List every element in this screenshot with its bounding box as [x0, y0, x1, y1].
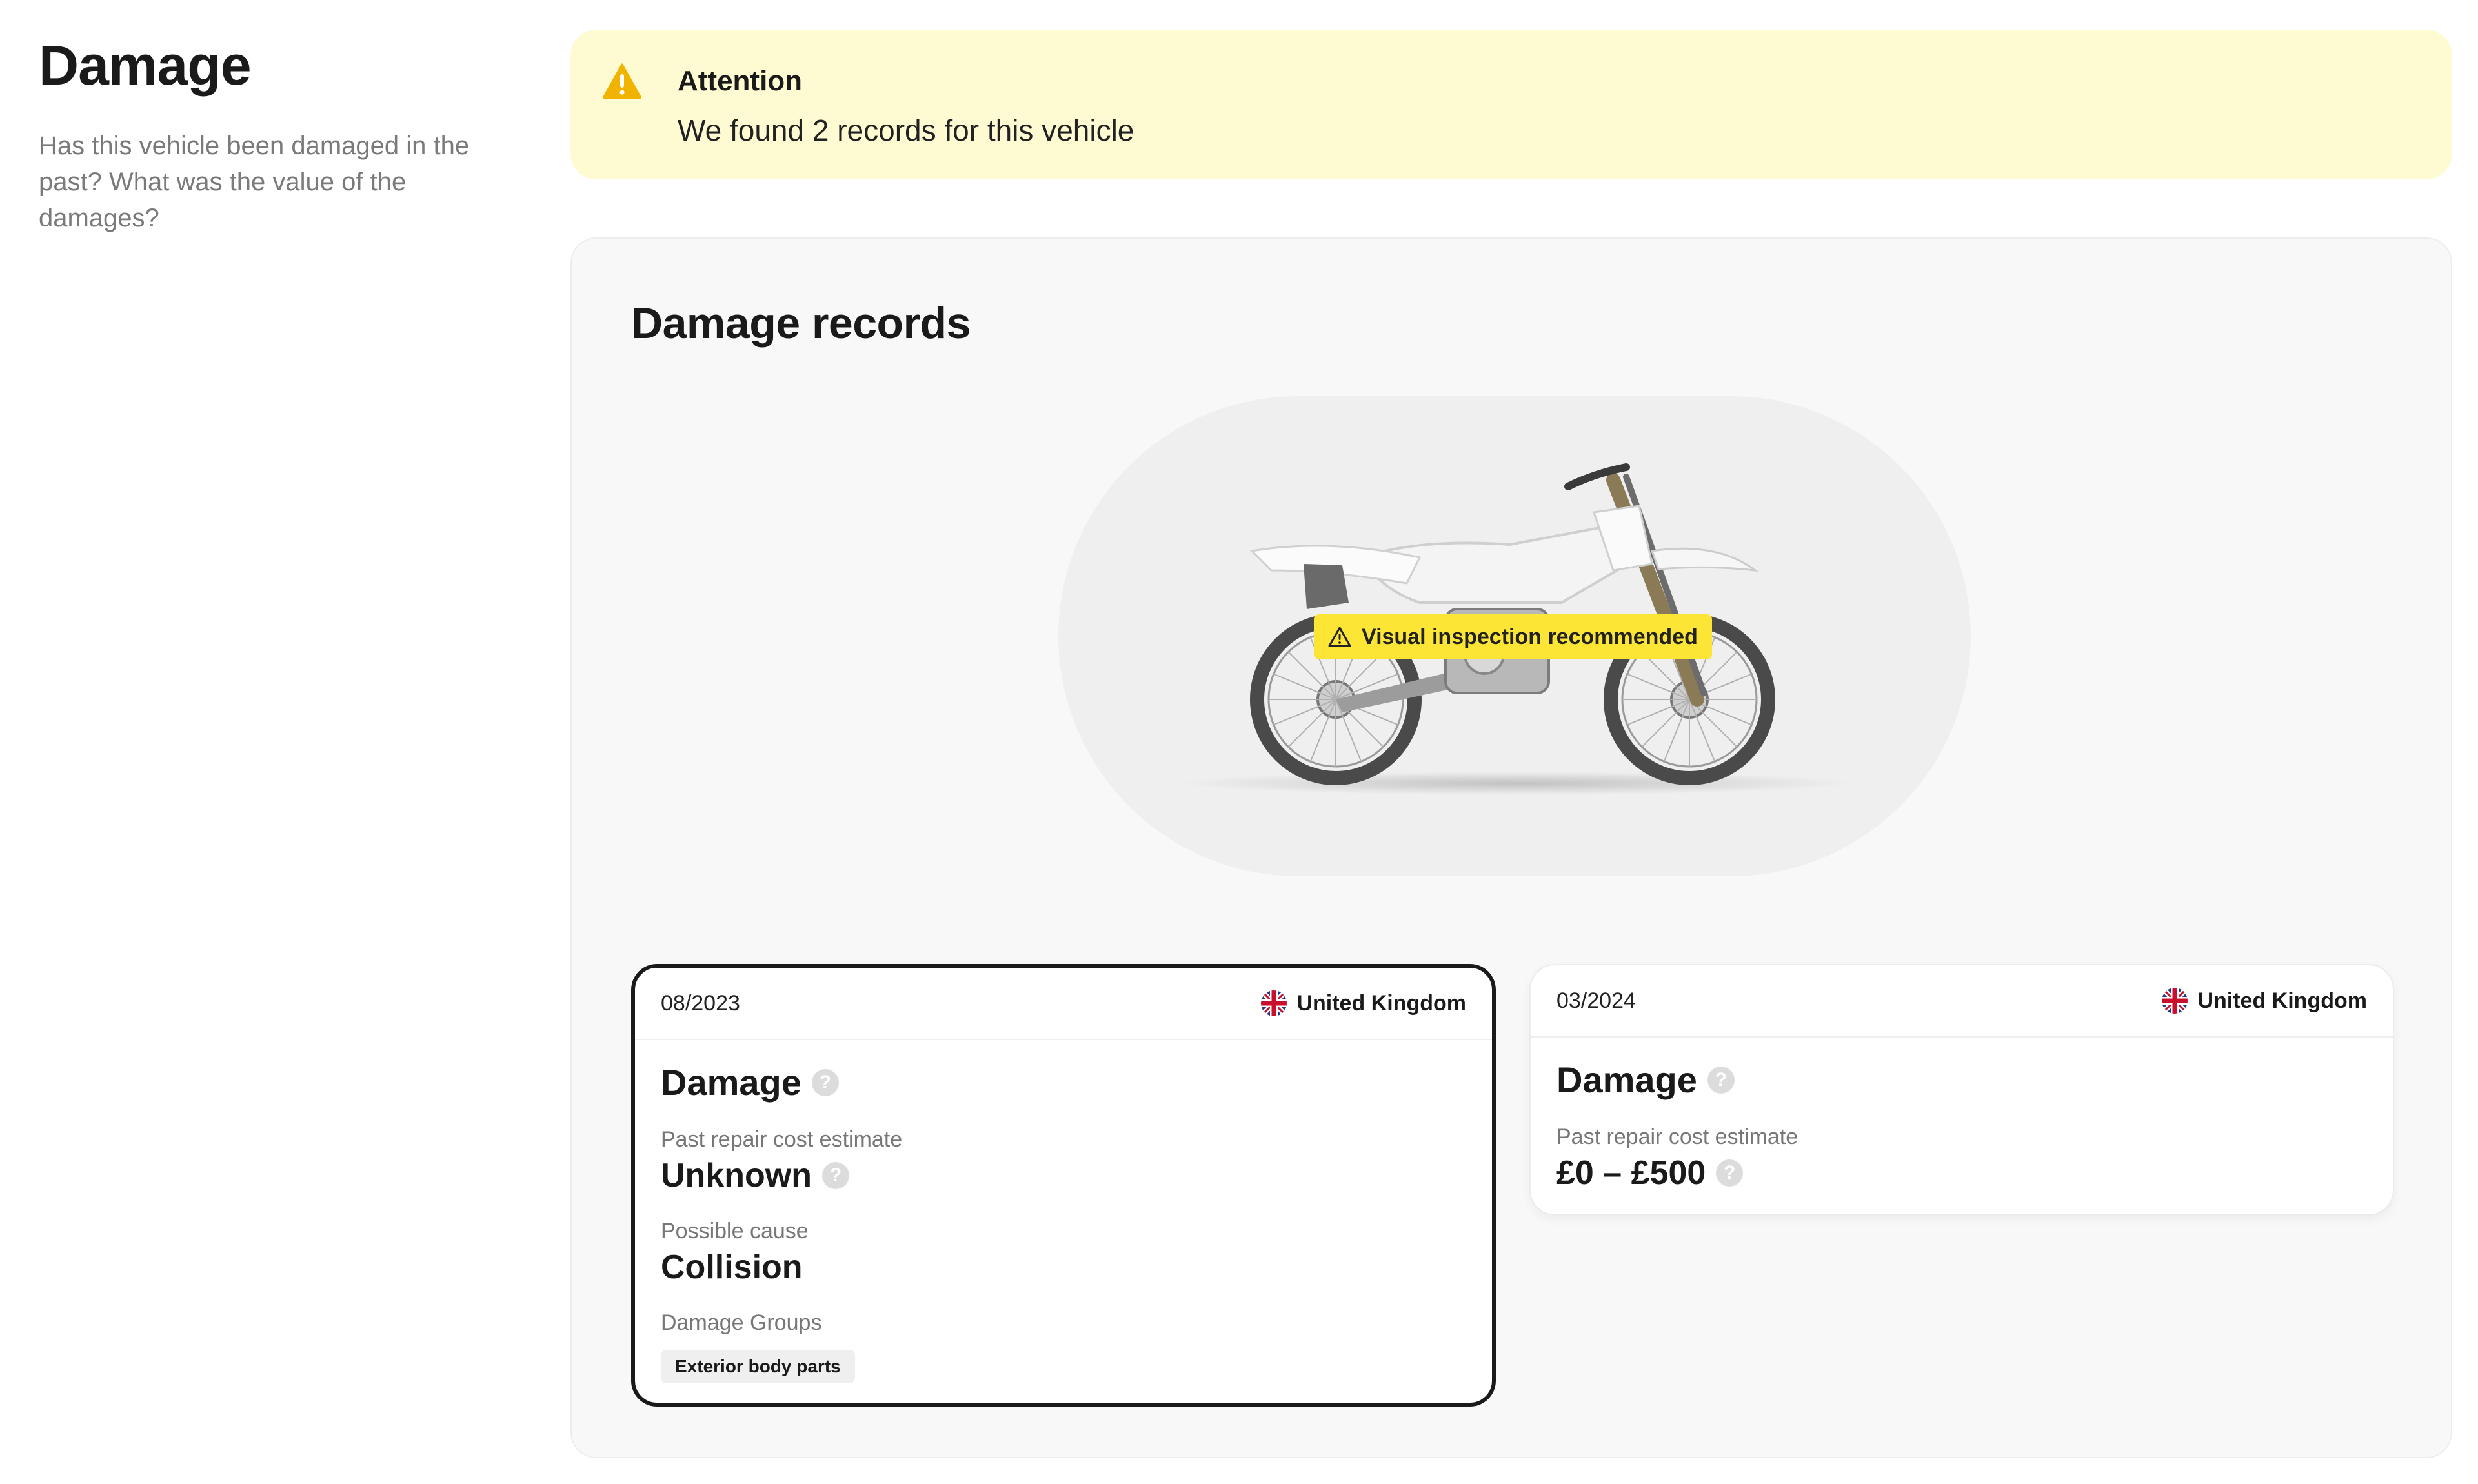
damage-records-panel: Damage records Visual inspection recomme…	[570, 237, 2452, 1458]
section-intro: Damage Has this vehicle been damaged in …	[39, 35, 503, 236]
card-header: 03/2024 United Kingdom	[1531, 965, 2393, 1038]
record-country: United Kingdom	[2161, 987, 2367, 1014]
uk-flag-icon	[1261, 990, 1287, 1016]
damage-groups-label: Damage Groups	[661, 1310, 822, 1335]
repair-cost-label: Past repair cost estimate	[1556, 1125, 1798, 1149]
section-description: Has this vehicle been damaged in the pas…	[39, 131, 470, 232]
card-header: 08/2023 United Kingdom	[635, 968, 1492, 1040]
warning-icon	[1328, 627, 1351, 647]
record-date: 03/2024	[1556, 988, 1636, 1013]
damage-record-card[interactable]: 08/2023 United Kingdom Damage ? Past rep…	[631, 964, 1496, 1407]
record-title: Damage	[661, 1062, 801, 1103]
record-country: United Kingdom	[1260, 990, 1466, 1017]
repair-cost-value: £0 – £500	[1556, 1154, 1706, 1192]
damage-group-chip: Exterior body parts	[661, 1350, 855, 1383]
help-icon[interactable]: ?	[811, 1069, 839, 1096]
possible-cause-label: Possible cause	[661, 1219, 809, 1243]
possible-cause-value: Collision	[661, 1248, 803, 1286]
banner-message: We found 2 records for this vehicle	[678, 114, 1134, 147]
banner-title: Attention	[678, 65, 803, 97]
uk-flag-icon	[2162, 988, 2188, 1014]
section-title: Damage	[39, 35, 252, 97]
damage-page: Damage Has this vehicle been damaged in …	[0, 0, 2478, 1484]
visual-inspection-badge: Visual inspection recommended	[1314, 614, 1712, 659]
record-date: 08/2023	[661, 990, 740, 1016]
repair-cost-label: Past repair cost estimate	[661, 1127, 903, 1152]
help-icon[interactable]: ?	[1716, 1159, 1744, 1187]
badge-label: Visual inspection recommended	[1362, 624, 1698, 649]
record-title: Damage	[1556, 1059, 1697, 1100]
damage-record-card[interactable]: 03/2024 United Kingdom Damage ? Past rep…	[1529, 964, 2394, 1216]
records-heading: Damage records	[631, 299, 971, 348]
country-label: United Kingdom	[1296, 990, 1466, 1016]
warning-icon	[603, 63, 641, 99]
attention-banner: Attention We found 2 records for this ve…	[570, 30, 2452, 179]
country-label: United Kingdom	[2197, 988, 2367, 1013]
help-icon[interactable]: ?	[821, 1162, 849, 1189]
help-icon[interactable]: ?	[1707, 1067, 1735, 1094]
repair-cost-value: Unknown	[661, 1157, 812, 1194]
